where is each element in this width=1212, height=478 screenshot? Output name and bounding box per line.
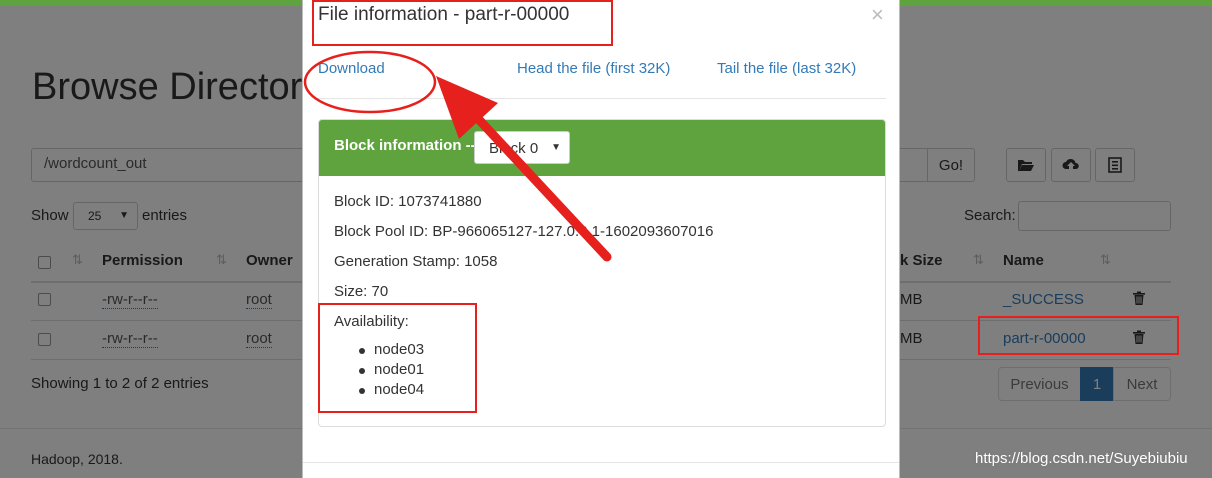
availability-node: node03 (359, 341, 424, 361)
modal-footer-divider (303, 462, 899, 463)
availability-node: node01 (359, 361, 424, 381)
head-file-link[interactable]: Head the file (first 32K) (517, 60, 670, 77)
modal-title: File information - part-r-00000 (318, 4, 570, 25)
watermark: https://blog.csdn.net/Suyebiubiu (975, 450, 1188, 467)
caret-down-icon: ▼ (551, 142, 561, 153)
file-information-modal: File information - part-r-00000 × Downlo… (302, 0, 900, 478)
tail-file-link[interactable]: Tail the file (last 32K) (717, 60, 856, 77)
block-size: Size: 70 (334, 283, 389, 300)
availability-list: node03 node01 node04 (359, 341, 424, 401)
availability-node: node04 (359, 381, 424, 401)
download-link[interactable]: Download (318, 60, 385, 77)
availability-label: Availability: (334, 313, 409, 330)
block-information-panel: Block information -- Block 0 ▼ Block ID: … (318, 119, 886, 427)
panel-title: Block information -- (334, 137, 476, 154)
block-select-value: Block 0 (489, 140, 539, 157)
modal-divider (318, 98, 886, 99)
generation-stamp: Generation Stamp: 1058 (334, 253, 498, 270)
panel-heading: Block information -- Block 0 ▼ (319, 120, 885, 176)
block-pool-id: Block Pool ID: BP-966065127-127.0.0.1-16… (334, 223, 714, 240)
block-select[interactable]: Block 0 ▼ (474, 131, 570, 164)
close-icon[interactable]: × (871, 2, 884, 28)
block-id: Block ID: 1073741880 (334, 193, 482, 210)
